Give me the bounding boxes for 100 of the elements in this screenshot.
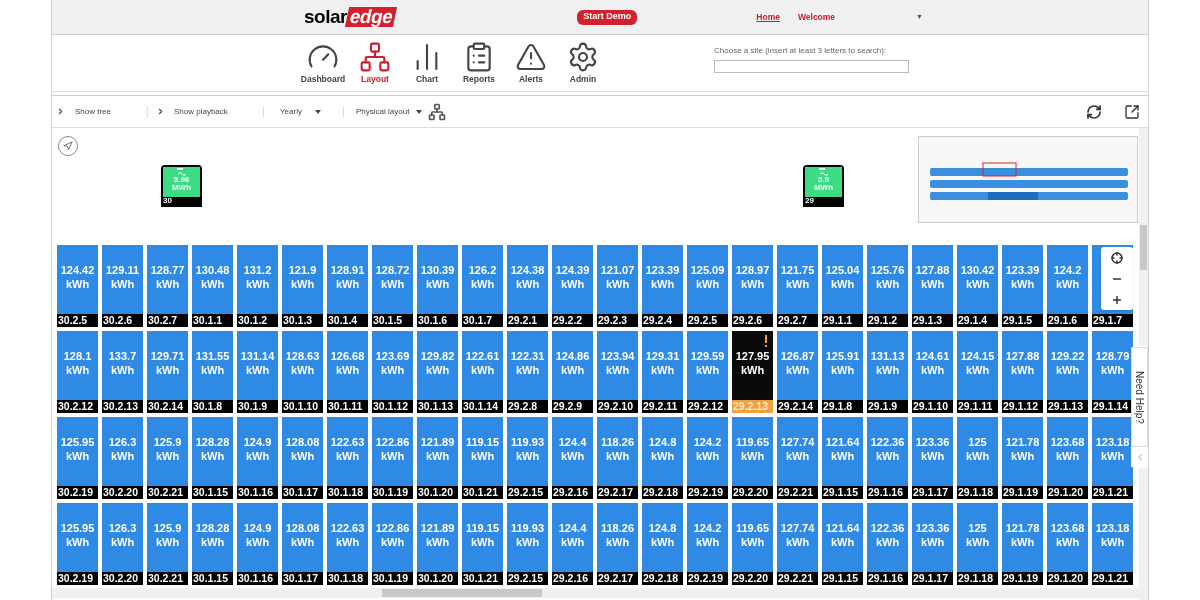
solar-panel[interactable]: 131.13 kWh 29.1.9: [867, 331, 908, 413]
solar-panel[interactable]: 121.64 kWh 29.1.15: [822, 503, 863, 585]
expand-icon[interactable]: [1124, 103, 1140, 120]
zoom-in-icon[interactable]: [1111, 293, 1123, 306]
solar-panel[interactable]: 127.74 kWh 29.2.21: [777, 503, 818, 585]
solar-panel[interactable]: 119.65 kWh 29.2.20: [732, 417, 773, 499]
solar-panel[interactable]: 129.71 kWh 30.2.14: [147, 331, 188, 413]
solar-panel[interactable]: 125.9 kWh 30.2.21: [147, 417, 188, 499]
solar-panel[interactable]: 119.65 kWh 29.2.20: [732, 503, 773, 585]
nav-tab[interactable]: Admin: [557, 40, 609, 86]
solar-panel[interactable]: 128.1 kWh 30.2.12: [57, 331, 98, 413]
solar-panel[interactable]: 126.87 kWh 29.2.14: [777, 331, 818, 413]
solar-panel[interactable]: 122.36 kWh 29.1.16: [867, 503, 908, 585]
solar-panel[interactable]: 123.68 kWh 29.1.20: [1047, 417, 1088, 499]
solar-panel[interactable]: 128.28 kWh 30.1.15: [192, 503, 233, 585]
start-demo-button[interactable]: Start Demo: [577, 9, 638, 25]
solar-panel[interactable]: 128.77 kWh 30.2.7: [147, 245, 188, 327]
solar-panel[interactable]: 123.94 kWh 29.2.10: [597, 331, 638, 413]
solar-panel[interactable]: 124.8 kWh 29.2.18: [642, 503, 683, 585]
solar-panel[interactable]: 129.59 kWh 29.2.12: [687, 331, 728, 413]
solar-panel[interactable]: 125.91 kWh 29.1.8: [822, 331, 863, 413]
solar-panel[interactable]: 126.2 kWh 30.1.7: [462, 245, 503, 327]
refresh-icon[interactable]: [1086, 103, 1102, 120]
solar-panel[interactable]: 124.15 kWh 29.1.11: [957, 331, 998, 413]
show-tree-button[interactable]: Show tree: [56, 105, 148, 118]
recenter-icon[interactable]: [1111, 251, 1123, 264]
solar-panel[interactable]: 124.38 kWh 29.2.1: [507, 245, 548, 327]
need-help-tab[interactable]: Need Help?: [1131, 347, 1148, 447]
solar-panel[interactable]: 128.79 kWh 29.1.14: [1092, 331, 1133, 413]
solar-panel[interactable]: 127.74 kWh 29.2.21: [777, 417, 818, 499]
solar-panel[interactable]: 122.86 kWh 30.1.19: [372, 503, 413, 585]
solar-panel[interactable]: 125.76 kWh 29.1.2: [867, 245, 908, 327]
solar-panel[interactable]: 124.9 kWh 30.1.16: [237, 417, 278, 499]
solar-panel[interactable]: 123.36 kWh 29.1.17: [912, 503, 953, 585]
solar-panel[interactable]: 119.93 kWh 29.2.15: [507, 417, 548, 499]
solar-panel[interactable]: 121.89 kWh 30.1.20: [417, 503, 458, 585]
hierarchy-icon[interactable]: [428, 102, 447, 121]
solar-panel[interactable]: 128.08 kWh 30.1.17: [282, 503, 323, 585]
solar-panel[interactable]: 124.42 kWh 30.2.5: [57, 245, 98, 327]
solar-panel[interactable]: 121.64 kWh 29.1.15: [822, 417, 863, 499]
solar-panel[interactable]: 127.88 kWh 29.1.12: [1002, 331, 1043, 413]
solar-panel[interactable]: 129.11 kWh 30.2.6: [102, 245, 143, 327]
solar-panel[interactable]: 125.04 kWh 29.1.1: [822, 245, 863, 327]
solar-panel[interactable]: 123.69 kWh 30.1.12: [372, 331, 413, 413]
solar-panel[interactable]: 128.72 kWh 30.1.5: [372, 245, 413, 327]
solar-panel[interactable]: 124.4 kWh 29.2.16: [552, 417, 593, 499]
solar-panel[interactable]: 123.18 kWh 29.1.21: [1092, 503, 1133, 585]
minimap[interactable]: [918, 136, 1138, 223]
solar-panel[interactable]: 128.08 kWh 30.1.17: [282, 417, 323, 499]
solar-panel[interactable]: 118.26 kWh 29.2.17: [597, 417, 638, 499]
nav-tab[interactable]: Reports: [453, 40, 505, 86]
solar-panel[interactable]: 131.2 kWh 30.1.2: [237, 245, 278, 327]
scrollbar-track[interactable]: [1139, 468, 1148, 600]
solar-panel[interactable]: 129.31 kWh 29.2.11: [642, 331, 683, 413]
nav-tab[interactable]: Alerts: [505, 40, 557, 86]
scrollbar-thumb[interactable]: [1140, 225, 1147, 270]
solar-panel[interactable]: 131.14 kWh 30.1.9: [237, 331, 278, 413]
solar-panel[interactable]: 122.86 kWh 30.1.19: [372, 417, 413, 499]
solar-panel[interactable]: 124.2 kWh 29.2.19: [687, 503, 728, 585]
solar-panel[interactable]: 130.42 kWh 29.1.4: [957, 245, 998, 327]
solar-panel[interactable]: 123.18 kWh 29.1.21: [1092, 417, 1133, 499]
solar-panel[interactable]: 122.63 kWh 30.1.18: [327, 503, 368, 585]
solar-panel[interactable]: 122.63 kWh 30.1.18: [327, 417, 368, 499]
solar-panel[interactable]: 123.68 kWh 29.1.20: [1047, 503, 1088, 585]
solar-panel[interactable]: 126.3 kWh 30.2.20: [102, 417, 143, 499]
solar-panel[interactable]: 131.55 kWh 30.1.8: [192, 331, 233, 413]
nav-tab[interactable]: Chart: [401, 40, 453, 86]
solar-panel[interactable]: 127.95 kWh 29.2.13: [732, 331, 773, 413]
solar-panel[interactable]: 125.95 kWh 30.2.19: [57, 503, 98, 585]
solar-panel[interactable]: 119.15 kWh 30.1.21: [462, 417, 503, 499]
solar-panel[interactable]: 121.78 kWh 29.1.19: [1002, 417, 1043, 499]
solar-panel[interactable]: 128.63 kWh 30.1.10: [282, 331, 323, 413]
solar-panel[interactable]: 130.48 kWh 30.1.1: [192, 245, 233, 327]
solar-panel[interactable]: 121.78 kWh 29.1.19: [1002, 503, 1043, 585]
solar-panel[interactable]: 124.86 kWh 29.2.9: [552, 331, 593, 413]
solar-panel[interactable]: 122.31 kWh 29.2.8: [507, 331, 548, 413]
vertical-scrollbar[interactable]: [1139, 128, 1148, 346]
solar-panel[interactable]: 119.93 kWh 29.2.15: [507, 503, 548, 585]
solar-panel[interactable]: 129.22 kWh 29.1.13: [1047, 331, 1088, 413]
solar-panel[interactable]: 121.07 kWh 29.2.3: [597, 245, 638, 327]
solar-panel[interactable]: 121.89 kWh 30.1.20: [417, 417, 458, 499]
solar-panel[interactable]: 124.2 kWh 29.1.6: [1047, 245, 1088, 327]
solar-panel[interactable]: 124.39 kWh 29.2.2: [552, 245, 593, 327]
nav-tab[interactable]: Dashboard: [297, 40, 349, 86]
solar-panel[interactable]: 129.82 kWh 30.1.13: [417, 331, 458, 413]
solar-panel[interactable]: 126.3 kWh 30.2.20: [102, 503, 143, 585]
solar-panel[interactable]: 122.61 kWh 30.1.14: [462, 331, 503, 413]
show-playback-button[interactable]: Show playback: [156, 105, 264, 118]
solar-panel[interactable]: 123.36 kWh 29.1.17: [912, 417, 953, 499]
solar-panel[interactable]: 119.15 kWh 30.1.21: [462, 503, 503, 585]
solar-panel[interactable]: 130.39 kWh 30.1.6: [417, 245, 458, 327]
nav-tab[interactable]: Layout: [349, 40, 401, 86]
period-dropdown[interactable]: Yearly: [280, 105, 344, 118]
solar-panel[interactable]: 133.7 kWh 30.2.13: [102, 331, 143, 413]
home-link[interactable]: Home: [756, 10, 780, 24]
solar-panel[interactable]: 118.26 kWh 29.2.17: [597, 503, 638, 585]
solar-panel[interactable]: 125.09 kWh 29.2.5: [687, 245, 728, 327]
solar-panel[interactable]: 124.4 kWh 29.2.16: [552, 503, 593, 585]
solar-panel[interactable]: 124.9 kWh 30.1.16: [237, 503, 278, 585]
inverter[interactable]: 5.9 MWh 29: [803, 165, 844, 207]
